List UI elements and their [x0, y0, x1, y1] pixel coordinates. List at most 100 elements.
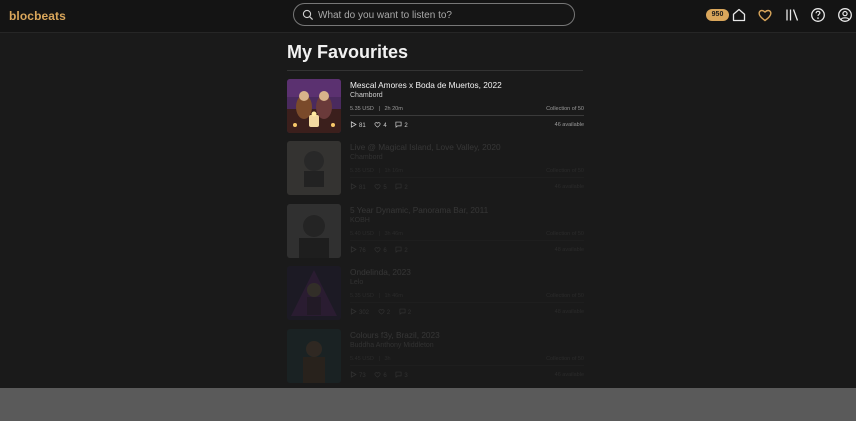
- item-stats: 81 5 2: [350, 183, 415, 191]
- cover-art: [287, 141, 341, 195]
- item-divider: [350, 177, 584, 178]
- player-bar: [0, 388, 856, 421]
- comments-stat[interactable]: 2: [395, 246, 408, 254]
- cover-art: [287, 329, 341, 383]
- heart-icon[interactable]: [757, 7, 773, 23]
- likes-stat[interactable]: 6: [374, 246, 387, 254]
- comments-count: 2: [404, 123, 408, 129]
- search-input[interactable]: [318, 7, 558, 23]
- item-title[interactable]: Live @ Magical Island, Love Valley, 2020: [350, 142, 501, 152]
- item-duration: 1h 16m: [384, 168, 403, 174]
- comments-stat[interactable]: 3: [395, 371, 408, 379]
- item-price: 5.35 USD: [350, 106, 374, 112]
- comments-stat[interactable]: 2: [395, 121, 408, 129]
- item-duration: 2h 20m: [384, 106, 403, 112]
- likes-stat[interactable]: 4: [374, 121, 387, 129]
- item-availability: 46 available: [554, 122, 584, 128]
- comments-count: 3: [404, 373, 408, 379]
- separator: |: [375, 168, 383, 174]
- play-icon: [350, 308, 357, 315]
- app-logo[interactable]: blocbeats: [9, 9, 66, 23]
- plays-stat[interactable]: 81: [350, 121, 366, 129]
- favourite-item[interactable]: 5 Year Dynamic, Panorama Bar, 2011 KOBH …: [287, 204, 584, 260]
- item-stats: 81 4 2: [350, 121, 415, 129]
- item-title[interactable]: Mescal Amores x Boda de Muertos, 2022: [350, 80, 502, 90]
- item-meta: 5.45 USD | 3h: [350, 356, 391, 362]
- item-availability: 46 available: [554, 184, 584, 190]
- plays-stat[interactable]: 73: [350, 371, 366, 379]
- divider: [287, 70, 583, 71]
- help-icon[interactable]: [810, 7, 826, 23]
- separator: |: [375, 106, 383, 112]
- home-icon[interactable]: [731, 7, 747, 23]
- item-title[interactable]: 5 Year Dynamic, Panorama Bar, 2011: [350, 205, 488, 215]
- item-artist[interactable]: Chambord: [350, 92, 383, 99]
- heart-outline-icon: [378, 309, 385, 315]
- item-title[interactable]: Colours f3y, Brazil, 2023: [350, 330, 440, 340]
- comments-stat[interactable]: 2: [399, 308, 411, 316]
- item-divider: [350, 302, 584, 303]
- heart-outline-icon: [374, 372, 381, 378]
- separator: |: [375, 356, 383, 362]
- plays-stat[interactable]: 302: [350, 308, 369, 316]
- comments-stat[interactable]: 2: [395, 183, 408, 191]
- comment-icon: [399, 308, 406, 315]
- item-collection: Collection of 50: [546, 231, 584, 237]
- plays-count: 81: [359, 185, 366, 191]
- play-icon: [350, 371, 357, 378]
- favourite-item[interactable]: Live @ Magical Island, Love Valley, 2020…: [287, 141, 584, 197]
- likes-stat[interactable]: 5: [374, 183, 387, 191]
- separator: |: [375, 231, 383, 237]
- likes-count: 6: [383, 248, 387, 254]
- item-meta: 5.40 USD | 3h 46m: [350, 231, 403, 237]
- likes-stat[interactable]: 2: [378, 308, 390, 316]
- plays-stat[interactable]: 81: [350, 183, 366, 191]
- likes-stat[interactable]: 6: [374, 371, 387, 379]
- library-icon[interactable]: [784, 7, 800, 23]
- cover-art: [287, 204, 341, 258]
- item-divider: [350, 365, 584, 366]
- plays-count: 73: [359, 373, 366, 379]
- cover-art: [287, 79, 341, 133]
- item-meta: 5.35 USD | 1h 16m: [350, 168, 403, 174]
- favourite-item[interactable]: Ondelinda, 2023 Lelo 5.35 USD | 1h 46m C…: [287, 266, 584, 322]
- credits-badge[interactable]: 950: [706, 9, 729, 21]
- item-collection: Collection of 50: [546, 106, 584, 112]
- likes-count: 2: [386, 310, 391, 316]
- item-artist[interactable]: Buddha Anthony Middleton: [350, 342, 434, 349]
- favourite-item[interactable]: Colours f3y, Brazil, 2023 Buddha Anthony…: [287, 329, 584, 385]
- favourite-item[interactable]: Mescal Amores x Boda de Muertos, 2022 Ch…: [287, 79, 584, 135]
- item-artist[interactable]: KOBH: [350, 217, 370, 224]
- heart-outline-icon: [374, 247, 381, 253]
- item-artist[interactable]: Chambord: [350, 154, 383, 161]
- search-icon: [302, 9, 314, 21]
- search-box[interactable]: [293, 3, 575, 26]
- heart-outline-icon: [374, 184, 381, 190]
- item-price: 5.35 USD: [350, 168, 374, 174]
- play-icon: [350, 246, 357, 253]
- likes-count: 5: [383, 185, 387, 191]
- item-collection: Collection of 50: [546, 356, 584, 362]
- comments-count: 2: [404, 185, 408, 191]
- item-title[interactable]: Ondelinda, 2023: [350, 267, 411, 277]
- likes-count: 6: [383, 373, 387, 379]
- plays-stat[interactable]: 76: [350, 246, 366, 254]
- item-stats: 76 6 2: [350, 246, 415, 254]
- plays-count: 81: [359, 123, 366, 129]
- page-title: My Favourites: [287, 42, 409, 62]
- account-icon[interactable]: [837, 7, 853, 23]
- item-availability: 48 available: [554, 309, 584, 315]
- comment-icon: [395, 121, 402, 128]
- item-artist[interactable]: Lelo: [350, 279, 363, 286]
- item-duration: 3h: [384, 356, 391, 362]
- item-stats: 73 6 3: [350, 371, 415, 379]
- item-price: 5.35 USD: [350, 293, 374, 299]
- item-divider: [350, 115, 584, 116]
- comments-count: 2: [407, 310, 412, 316]
- likes-count: 4: [383, 123, 387, 129]
- item-duration: 1h 46m: [384, 293, 403, 299]
- comment-icon: [395, 371, 402, 378]
- plays-count: 76: [359, 248, 366, 254]
- item-price: 5.40 USD: [350, 231, 374, 237]
- play-icon: [350, 121, 357, 128]
